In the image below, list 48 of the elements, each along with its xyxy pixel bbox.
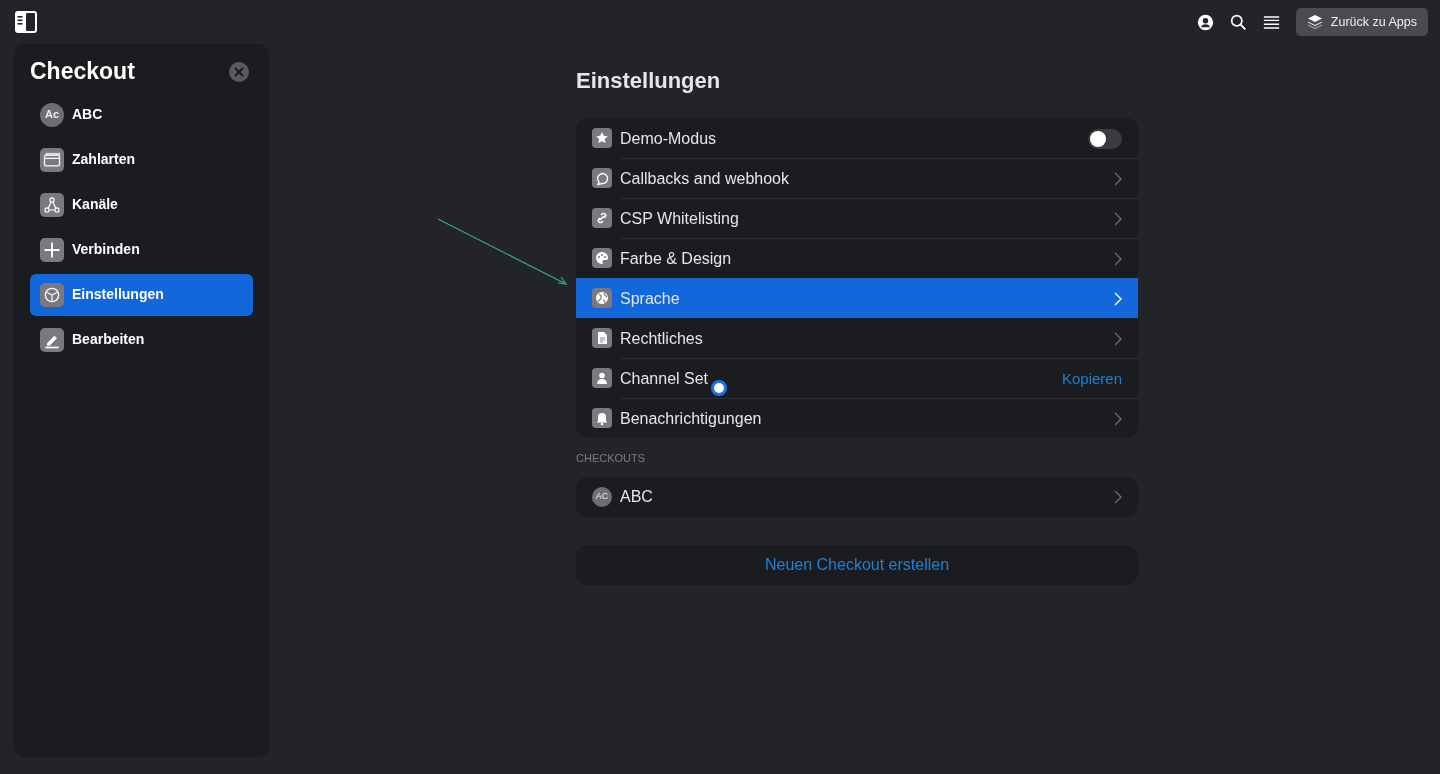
page-title: Einstellungen [576, 68, 722, 95]
chevron-icon [1114, 171, 1122, 186]
menu-icon[interactable] [1262, 14, 1280, 30]
close-button[interactable] [229, 61, 249, 82]
link-icon [592, 208, 612, 229]
settings-row[interactable]: Callbacks and webhook [576, 158, 1138, 199]
sidebar-title: Checkout [30, 58, 135, 86]
settings-row[interactable]: CSP Whitelisting [576, 198, 1138, 239]
settings-row[interactable]: Benachrichtigungen [576, 398, 1138, 439]
avatar-icon: AC [592, 486, 612, 507]
copy-link[interactable]: Kopieren [1061, 367, 1122, 391]
pencil-icon [40, 327, 64, 352]
document-icon [592, 328, 612, 349]
chevron-icon [1114, 211, 1122, 226]
chevron-icon [1114, 251, 1122, 266]
sidebar-toggle-icon[interactable] [14, 10, 38, 34]
bell-icon [592, 408, 612, 429]
circle-segments-icon [40, 282, 64, 307]
globe-icon [592, 288, 612, 309]
chevron-icon [1114, 331, 1122, 346]
sidebar-item[interactable]: Ac ABC [30, 93, 253, 136]
avatar-icon: Ac [40, 102, 64, 127]
chevron-icon [1114, 291, 1122, 306]
sidebar-item[interactable]: Zahlarten [30, 138, 253, 181]
section-heading: CHECKOUTS [576, 451, 647, 467]
settings-row[interactable]: Demo-Modus [576, 118, 1138, 159]
back-to-apps-button[interactable]: Zurück zu Apps [1295, 7, 1428, 37]
card-icon [40, 147, 64, 172]
person-icon [592, 368, 612, 389]
settings-row[interactable]: Sprache [576, 278, 1138, 319]
sidebar-item[interactable]: Kanäle [30, 183, 253, 226]
sidebar-item[interactable]: Bearbeiten [30, 318, 253, 361]
checkout-row[interactable]: AC ABC [576, 476, 1138, 517]
close-icon [234, 66, 244, 77]
user-icon[interactable] [1196, 13, 1214, 31]
settings-row[interactable]: Rechtliches [576, 318, 1138, 359]
search-icon[interactable] [1229, 13, 1247, 31]
nodes-icon [40, 192, 64, 217]
plus-icon [40, 237, 64, 262]
chevron-icon [1114, 489, 1122, 504]
toggle-switch[interactable] [1088, 128, 1122, 149]
create-checkout-button[interactable]: Neuen Checkout erstellen [576, 544, 1138, 585]
chevron-icon [1114, 411, 1122, 426]
speech-loop-icon [592, 168, 612, 189]
sidebar-item[interactable]: Verbinden [30, 228, 253, 271]
sidebar-item[interactable]: Einstellungen [30, 273, 253, 316]
layers-icon [1306, 14, 1323, 30]
palette-icon [592, 248, 612, 269]
